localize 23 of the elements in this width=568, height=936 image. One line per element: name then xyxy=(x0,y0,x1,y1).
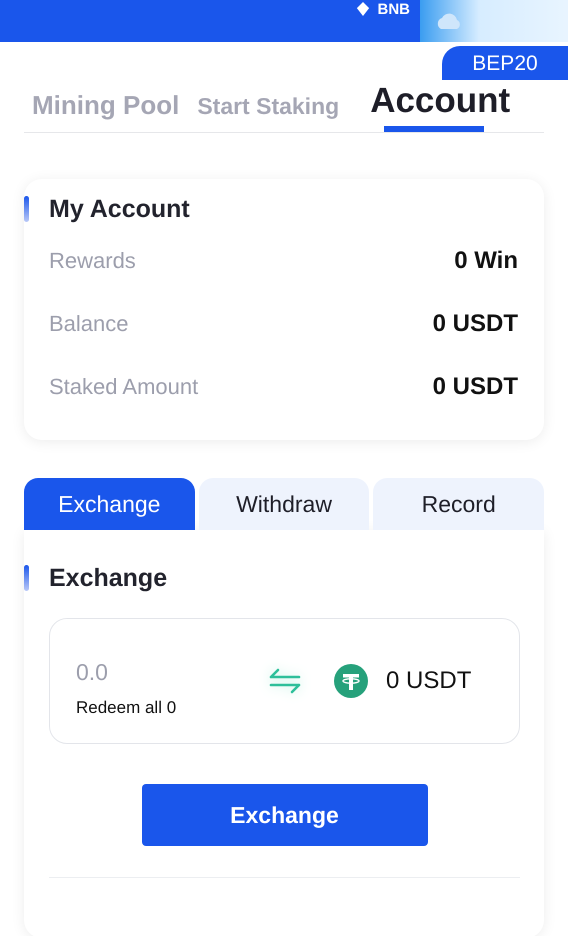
section-tab[interactable]: Exchange xyxy=(24,478,195,530)
network-label: BNB xyxy=(378,2,410,17)
card-title: Exchange xyxy=(49,564,168,592)
accent-bar xyxy=(24,196,29,222)
tether-icon xyxy=(334,664,368,698)
accent-bar xyxy=(24,565,29,591)
exchange-button[interactable]: Exchange xyxy=(142,784,428,846)
section-tab[interactable]: Withdraw xyxy=(198,478,370,530)
row-value: 0 Win xyxy=(454,246,518,274)
diamond-icon xyxy=(356,2,370,16)
row-value: 0 USDT xyxy=(432,372,518,400)
section-tab[interactable]: Record xyxy=(373,478,544,530)
row-label: Balance xyxy=(49,310,129,336)
amount-input[interactable]: 0.0 xyxy=(76,658,226,686)
swap-icon[interactable] xyxy=(268,668,302,694)
row-label: Rewards xyxy=(49,248,136,274)
chain-badge[interactable]: BEP20 xyxy=(442,46,568,80)
row-label: Staked Amount xyxy=(49,374,198,400)
redeem-all-link[interactable]: Redeem all 0 xyxy=(76,698,266,718)
card-title: My Account xyxy=(49,194,190,224)
nav-tab[interactable]: Account xyxy=(348,83,522,132)
receive-amount: 0 USDT xyxy=(386,667,472,695)
row-value: 0 USDT xyxy=(432,310,518,338)
